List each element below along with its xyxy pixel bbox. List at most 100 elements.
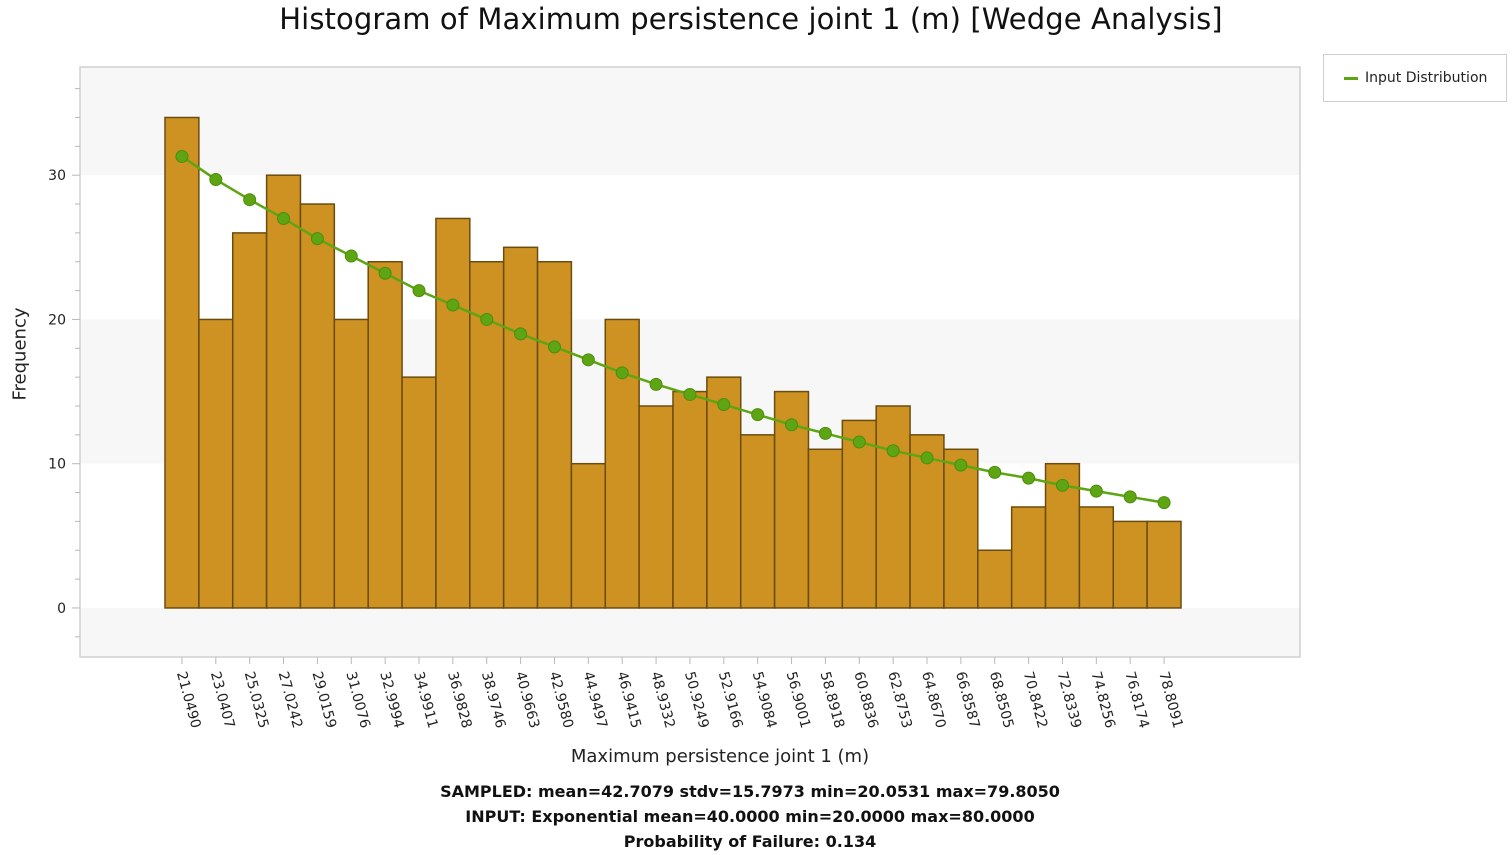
input-distribution-point <box>344 249 358 263</box>
x-tick-label: 62.8753 <box>884 670 914 730</box>
histogram-bar <box>638 405 674 609</box>
y-tick-label: 30 <box>48 168 66 184</box>
x-tick-label: 42.9580 <box>546 670 576 730</box>
legend-item-input-distribution: Input Distribution <box>1365 70 1488 86</box>
sampled-stats: SAMPLED: mean=42.7079 stdv=15.7973 min=2… <box>440 782 1060 801</box>
histogram-bar <box>164 116 200 609</box>
x-tick-label: 52.9166 <box>715 670 745 730</box>
histogram-bar <box>401 376 437 609</box>
histogram-bar <box>875 405 911 609</box>
histogram-bar <box>570 462 607 609</box>
input-distribution-point <box>547 340 561 354</box>
y-tick-label: 20 <box>48 312 66 328</box>
x-axis-label: Maximum persistence joint 1 (m) <box>570 746 870 767</box>
histogram-chart: 0 10 20 30 21.0490 23.0407 25.0325 27.0242 29.0… <box>48 66 1301 730</box>
histogram-bar <box>502 246 539 609</box>
histogram-bar <box>977 549 1013 609</box>
histogram-bar <box>1010 506 1047 609</box>
y-axis: 0 10 20 30 <box>48 88 80 638</box>
x-axis: 21.0490 23.0407 25.0325 27.0242 29.0159 31.00… <box>173 657 1186 730</box>
input-distribution-point <box>852 435 866 449</box>
input-distribution-point <box>175 149 189 163</box>
x-tick-label: 25.0325 <box>241 670 271 730</box>
histogram-bar <box>1112 520 1148 609</box>
input-distribution-point <box>412 284 426 298</box>
input-distribution-point <box>683 387 697 401</box>
histogram-bar <box>536 260 573 609</box>
histogram-bar <box>672 390 708 609</box>
histogram-bar <box>739 434 776 609</box>
x-tick-label: 64.8670 <box>918 670 948 730</box>
x-tick-label: 60.8836 <box>850 670 880 730</box>
input-stats: INPUT: Exponential mean=40.0000 min=20.0… <box>465 807 1035 826</box>
x-tick-label: 76.8174 <box>1121 670 1151 730</box>
x-tick-label: 56.9001 <box>783 670 813 730</box>
x-tick-label: 46.9415 <box>613 670 643 730</box>
input-distribution-point <box>514 327 528 341</box>
input-distribution-point <box>310 232 324 246</box>
histogram-bar <box>299 203 336 609</box>
histogram-bar <box>231 232 268 609</box>
input-distribution-point <box>277 211 291 225</box>
x-tick-label: 66.8587 <box>952 670 982 730</box>
input-distribution-point <box>1123 490 1137 504</box>
x-tick-label: 58.8918 <box>817 670 847 730</box>
input-distribution-point <box>615 366 629 380</box>
input-distribution-point <box>1157 496 1171 510</box>
x-tick-label: 70.8422 <box>1020 670 1050 730</box>
input-distribution-point <box>886 444 900 458</box>
input-distribution-point <box>378 266 392 280</box>
histogram-bar <box>1146 520 1182 609</box>
x-tick-label: 74.8256 <box>1087 670 1117 730</box>
histogram-bar <box>604 318 640 609</box>
input-distribution-point <box>988 465 1002 479</box>
x-tick-label: 21.0490 <box>173 670 203 730</box>
x-tick-label: 23.0407 <box>207 670 237 730</box>
y-tick-label: 10 <box>48 457 66 473</box>
x-tick-label: 38.9746 <box>478 670 508 730</box>
histogram-bar <box>1078 506 1115 609</box>
histogram-bar <box>807 448 844 609</box>
x-tick-label: 36.9828 <box>444 670 474 730</box>
histogram-bar <box>367 260 403 609</box>
input-distribution-point <box>1089 484 1103 498</box>
input-distribution-point <box>649 377 663 391</box>
histogram-bar <box>706 376 742 609</box>
x-tick-label: 68.8505 <box>986 670 1016 730</box>
input-distribution-point <box>751 408 765 422</box>
input-distribution-point <box>446 298 460 312</box>
input-distribution-point <box>209 173 223 187</box>
x-tick-label: 29.0159 <box>309 670 339 730</box>
input-distribution-point <box>480 312 494 326</box>
y-tick-label: 0 <box>57 601 66 617</box>
histogram-bar <box>265 174 302 609</box>
input-distribution-point <box>818 426 832 440</box>
histogram-bar <box>198 318 234 609</box>
input-distribution-point <box>954 458 968 472</box>
x-tick-label: 32.9994 <box>376 670 406 730</box>
x-tick-label: 31.0076 <box>342 670 372 730</box>
x-tick-label: 54.9084 <box>749 670 779 730</box>
x-tick-label: 72.8339 <box>1054 670 1084 730</box>
input-distribution-point <box>243 193 257 207</box>
y-axis-label: Frequency <box>9 307 31 401</box>
input-distribution-point <box>1055 478 1069 492</box>
input-distribution-point <box>1022 471 1036 485</box>
input-distribution-point <box>920 451 934 465</box>
histogram-bar <box>943 448 979 609</box>
x-tick-label: 40.9663 <box>512 670 542 730</box>
x-tick-label: 48.9332 <box>647 670 677 730</box>
legend[interactable]: Input Distribution <box>1323 54 1507 102</box>
histogram-bar <box>435 217 471 609</box>
probability-of-failure: Probability of Failure: 0.134 <box>623 832 877 851</box>
x-tick-label: 44.9497 <box>579 670 609 730</box>
legend-line-icon <box>1344 76 1358 80</box>
x-tick-label: 78.8091 <box>1155 670 1185 730</box>
x-tick-label: 34.9911 <box>410 670 440 730</box>
x-tick-label: 27.0242 <box>275 670 305 730</box>
x-tick-label: 50.9249 <box>681 670 711 730</box>
input-distribution-point <box>717 398 731 412</box>
input-distribution-point <box>581 353 595 367</box>
histogram-bar <box>333 318 369 609</box>
input-distribution-point <box>785 418 799 432</box>
